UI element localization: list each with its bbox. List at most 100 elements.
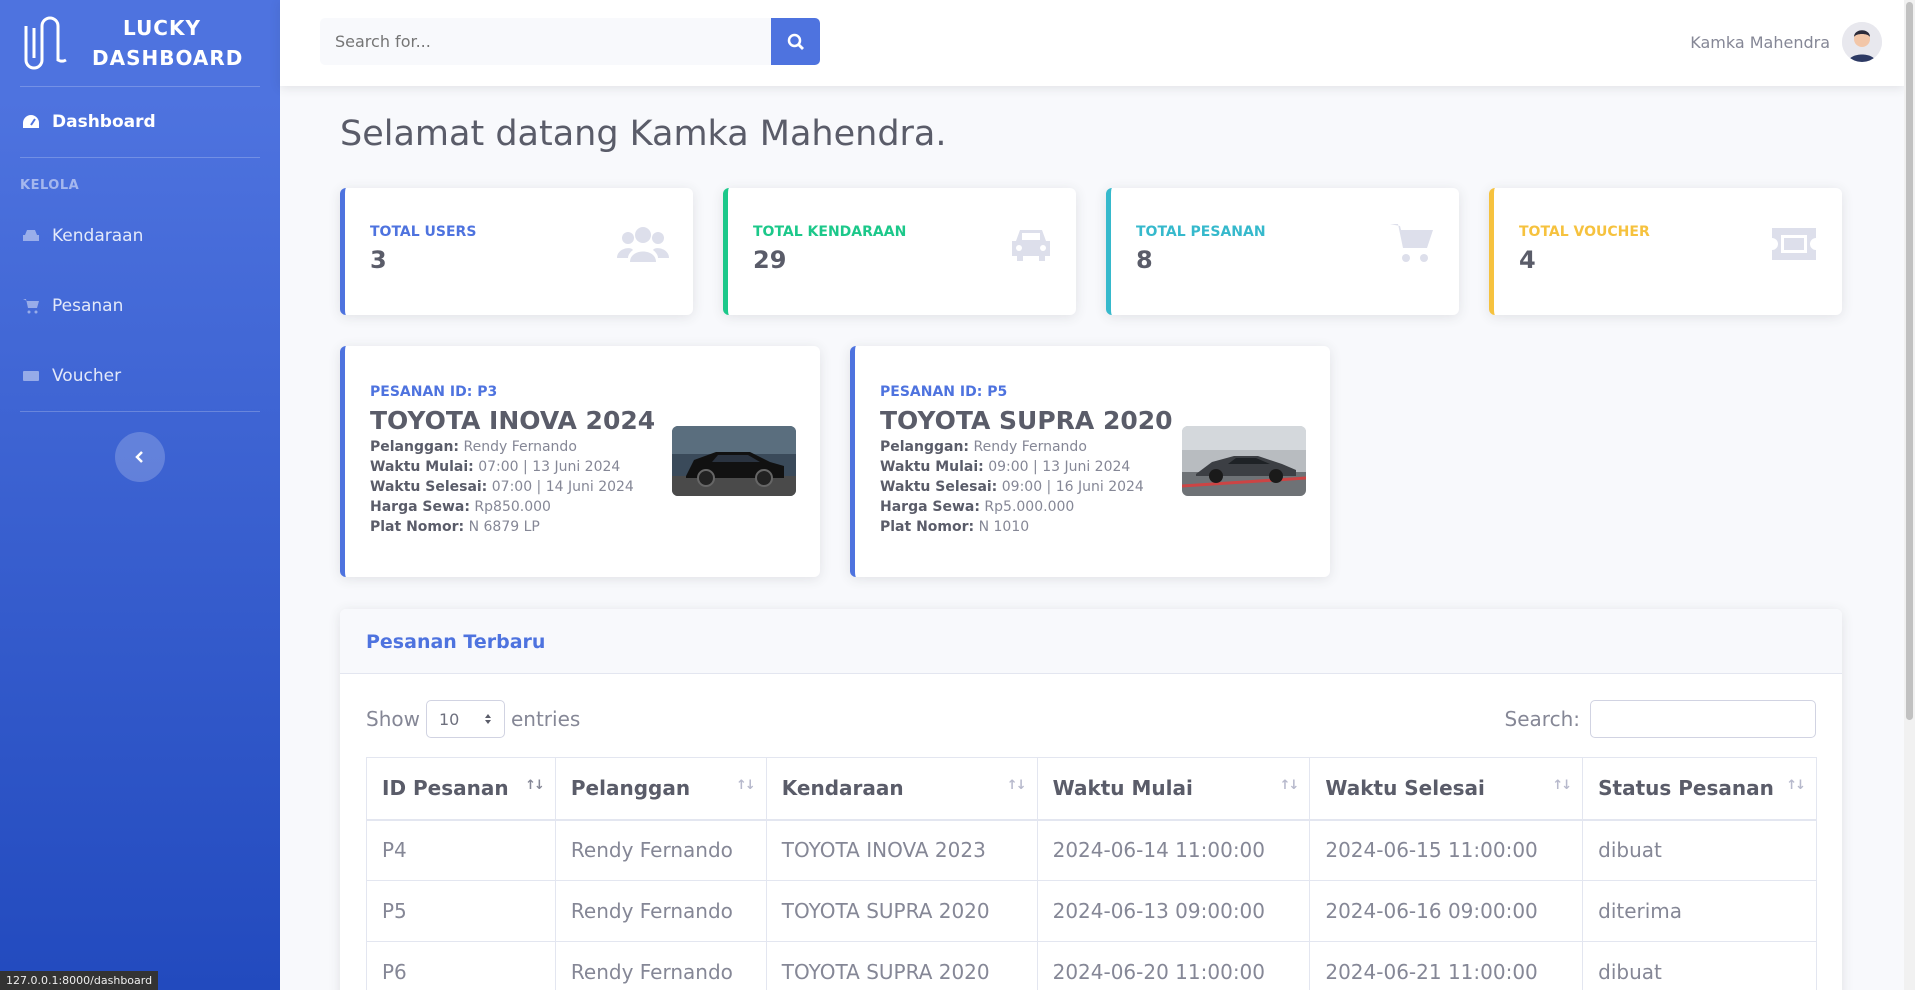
table-cell: 2024-06-14 11:00:00 [1036, 819, 1311, 881]
table-header-row: ID Pesanan ↑↓ Pelanggan ↑↓ Kendaraan ↑↓ Wak… [366, 757, 1817, 821]
table-cell: 2024-06-15 11:00:00 [1309, 819, 1584, 881]
sort-icon: ↑↓ [1279, 778, 1300, 793]
table-controls: Show 10 entries Search: [340, 674, 1842, 738]
sidebar-item-voucher[interactable]: Voucher [0, 341, 280, 411]
user-menu[interactable]: Kamka Mahendra [1690, 22, 1882, 62]
table-cell: 2024-06-13 09:00:00 [1036, 880, 1311, 942]
brand-line-1: LUCKY [123, 16, 201, 40]
table-row: P5 Rendy Fernando TOYOTA SUPRA 2020 2024… [366, 880, 1817, 942]
table-row: P4 Rendy Fernando TOYOTA INOVA 2023 2024… [366, 819, 1817, 881]
cart-icon [20, 297, 42, 315]
show-label: Show [366, 707, 420, 731]
page-title: Selamat datang Kamka Mahendra. [340, 114, 947, 154]
sidebar-item-pesanan[interactable]: Pesanan [0, 271, 280, 341]
tachometer-icon [20, 113, 42, 131]
topbar: Kamka Mahendra [280, 0, 1904, 86]
sidebar: LUCKY DASHBOARD Dashboard KELOLA Kendara… [0, 0, 280, 990]
sort-updown-icon [484, 714, 491, 724]
search-icon [787, 33, 804, 50]
user-name: Kamka Mahendra [1690, 32, 1830, 52]
order-id: PESANAN ID: P5 [880, 384, 1008, 400]
sidebar-divider [20, 411, 260, 412]
table-cell: diterima [1582, 880, 1817, 942]
table-cell: Rendy Fernando [554, 819, 767, 881]
page-scrollbar[interactable] [1904, 0, 1915, 990]
order-id: PESANAN ID: P3 [370, 384, 498, 400]
table-cell: P4 [366, 819, 556, 881]
table-cell: dibuat [1582, 941, 1817, 990]
scrollbar-thumb[interactable] [1906, 2, 1913, 720]
chevron-left-icon [135, 451, 143, 463]
page-length-control: Show 10 entries [366, 700, 580, 738]
order-card[interactable]: PESANAN ID: P5 TOYOTA SUPRA 2020 Pelangg… [850, 346, 1330, 577]
column-header[interactable]: Kendaraan ↑↓ [765, 757, 1038, 821]
sort-icon: ↑↓ [1786, 778, 1806, 793]
avatar[interactable] [1842, 22, 1882, 62]
vehicle-photo [1182, 426, 1306, 496]
table-cell: 2024-06-20 11:00:00 [1036, 941, 1311, 990]
order-card[interactable]: PESANAN ID: P3 TOYOTA INOVA 2024 Pelangg… [340, 346, 820, 577]
main-content: Selamat datang Kamka Mahendra. TOTAL USE… [340, 86, 1842, 990]
sort-icon: ↑↓ [1006, 778, 1027, 793]
entries-select[interactable]: 10 [425, 700, 505, 738]
table-cell: 2024-06-21 11:00:00 [1309, 941, 1584, 990]
table-cell: Rendy Fernando [554, 880, 767, 942]
table-cell: Rendy Fernando [554, 941, 767, 990]
ticket-icon [20, 367, 42, 385]
vehicle-photo [672, 426, 796, 496]
stat-card-users: TOTAL USERS 3 [340, 188, 693, 315]
recent-orders-panel: Pesanan Terbaru Show 10 entries Search: … [340, 609, 1842, 990]
column-header[interactable]: ID Pesanan ↑↓ [366, 757, 556, 821]
table-cell: TOYOTA INOVA 2023 [765, 819, 1038, 881]
table-cell: P5 [366, 880, 556, 942]
sidebar-item-label: Kendaraan [52, 226, 144, 246]
order-plate: Plat Nomor: N 6879 LP [370, 519, 540, 535]
table-cell: dibuat [1582, 819, 1817, 881]
cart-icon [1390, 224, 1433, 262]
sidebar-item-label: Pesanan [52, 296, 124, 316]
entries-value: 10 [438, 709, 460, 729]
active-orders: PESANAN ID: P3 TOYOTA INOVA 2024 Pelangg… [340, 346, 1842, 577]
ticket-icon [1772, 228, 1816, 260]
table-row: P6 Rendy Fernando TOYOTA SUPRA 2020 2024… [366, 941, 1817, 990]
sidebar-item-kendaraan[interactable]: Kendaraan [0, 201, 280, 271]
column-header[interactable]: Status Pesanan ↑↓ [1582, 757, 1817, 821]
brand[interactable]: LUCKY DASHBOARD [0, 0, 280, 86]
sort-icon: ↑↓ [1552, 778, 1572, 793]
table-cell: TOYOTA SUPRA 2020 [765, 880, 1038, 942]
stat-card-kendaraan: TOTAL KENDARAAN 29 [723, 188, 1076, 315]
car-icon [1012, 230, 1050, 261]
column-header[interactable]: Waktu Selesai ↑↓ [1309, 757, 1584, 821]
stat-cards: TOTAL USERS 3 TOTAL KENDARAAN 29 TOTAL P… [340, 188, 1842, 315]
search-input[interactable] [320, 18, 771, 65]
order-plate: Plat Nomor: N 1010 [880, 519, 1030, 535]
search-button[interactable] [771, 18, 820, 65]
search-bar [320, 18, 820, 65]
entries-label: entries [510, 707, 581, 731]
panel-title: Pesanan Terbaru [340, 609, 1842, 674]
table-cell: TOYOTA SUPRA 2020 [765, 941, 1038, 990]
sidebar-toggle-button[interactable] [115, 432, 165, 482]
table-search: Search: [1505, 700, 1816, 738]
column-header[interactable]: Pelanggan ↑↓ [554, 757, 767, 821]
order-price: Harga Sewa: Rp850.000 [370, 499, 551, 515]
table-cell: 2024-06-16 09:00:00 [1309, 880, 1584, 942]
sidebar-item-label: Voucher [52, 366, 122, 386]
sidebar-item-dashboard[interactable]: Dashboard [0, 87, 280, 157]
table-search-label: Search: [1504, 707, 1580, 731]
sort-icon: ↑↓ [735, 778, 756, 793]
users-icon [617, 227, 669, 262]
sidebar-heading: KELOLA [20, 178, 80, 193]
sort-icon: ↑↓ [525, 778, 545, 793]
table-search-input[interactable] [1590, 700, 1816, 738]
brand-name: LUCKY DASHBOARD [92, 13, 244, 73]
user-avatar-icon [1842, 22, 1882, 62]
table-cell: P6 [366, 941, 556, 990]
car-icon [20, 227, 42, 245]
column-header[interactable]: Waktu Mulai ↑↓ [1036, 757, 1311, 821]
sidebar-item-label: Dashboard [52, 112, 156, 132]
stat-card-voucher: TOTAL VOUCHER 4 [1489, 188, 1842, 315]
paperclip-logo-icon [24, 16, 67, 70]
brand-line-2: DASHBOARD [92, 46, 244, 70]
stat-card-pesanan: TOTAL PESANAN 8 [1106, 188, 1459, 315]
